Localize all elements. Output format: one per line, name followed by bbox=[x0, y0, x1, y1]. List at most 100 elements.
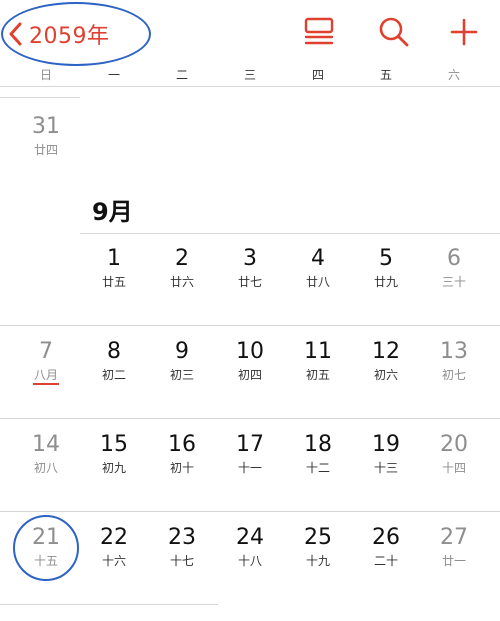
week-divider bbox=[0, 325, 500, 326]
lunar-date: 廿九 bbox=[373, 275, 398, 289]
lunar-date: 初二 bbox=[101, 368, 126, 382]
day-number: 18 bbox=[304, 432, 332, 457]
day-number: 27 bbox=[440, 525, 468, 550]
calendar-day[interactable]: 8 初二 bbox=[82, 339, 146, 383]
calendar-day[interactable]: 11 初五 bbox=[286, 339, 350, 383]
calendar-day[interactable]: 14 初八 bbox=[14, 432, 78, 476]
day-number: 6 bbox=[447, 246, 461, 271]
calendar-day[interactable]: 12 初六 bbox=[354, 339, 418, 383]
day-number: 14 bbox=[32, 432, 60, 457]
day-number: 15 bbox=[100, 432, 128, 457]
previous-month-divider bbox=[0, 97, 80, 98]
calendar-day[interactable]: 19 十三 bbox=[354, 432, 418, 476]
day-number: 11 bbox=[304, 339, 332, 364]
calendar-day[interactable]: 7 八月 bbox=[14, 339, 78, 383]
day-number: 1 bbox=[107, 246, 121, 271]
lunar-date: 初七 bbox=[441, 368, 466, 382]
lunar-date: 初四 bbox=[237, 368, 262, 382]
chevron-left-icon bbox=[8, 22, 22, 46]
weekday-thursday: 四 bbox=[311, 68, 324, 82]
add-event-button[interactable] bbox=[446, 14, 482, 50]
day-number: 3 bbox=[243, 246, 257, 271]
calendar-day[interactable]: 13 初七 bbox=[422, 339, 486, 383]
list-view-button[interactable] bbox=[302, 14, 338, 50]
calendar-day[interactable]: 26 二十 bbox=[354, 525, 418, 569]
lunar-date: 廿六 bbox=[169, 275, 194, 289]
day-number: 22 bbox=[100, 525, 128, 550]
day-number: 4 bbox=[311, 246, 325, 271]
week-divider bbox=[0, 511, 500, 512]
header-divider bbox=[0, 86, 500, 87]
lunar-date: 三十 bbox=[441, 275, 466, 289]
calendar-day[interactable]: 5 廿九 bbox=[354, 246, 418, 290]
calendar-day[interactable]: 2 廿六 bbox=[150, 246, 214, 290]
lunar-date: 初三 bbox=[169, 368, 194, 382]
day-number: 19 bbox=[372, 432, 400, 457]
lunar-date: 廿四 bbox=[33, 143, 58, 157]
day-number: 16 bbox=[168, 432, 196, 457]
calendar-day[interactable]: 24 十八 bbox=[218, 525, 282, 569]
lunar-date: 二十 bbox=[373, 554, 398, 568]
calendar-day[interactable]: 10 初四 bbox=[218, 339, 282, 383]
lunar-date: 十八 bbox=[237, 554, 262, 568]
add-icon bbox=[446, 14, 482, 50]
lunar-date: 十九 bbox=[305, 554, 330, 568]
calendar-day[interactable]: 4 廿八 bbox=[286, 246, 350, 290]
day-number: 21 bbox=[32, 525, 60, 550]
day-number: 12 bbox=[372, 339, 400, 364]
day-number: 26 bbox=[372, 525, 400, 550]
weekday-saturday: 六 bbox=[447, 68, 460, 82]
lunar-date: 初九 bbox=[101, 461, 126, 475]
calendar-day[interactable]: 3 廿七 bbox=[218, 246, 282, 290]
lunar-date: 十一 bbox=[237, 461, 262, 475]
calendar-day[interactable]: 9 初三 bbox=[150, 339, 214, 383]
calendar-day[interactable]: 20 十四 bbox=[422, 432, 486, 476]
back-to-year-button[interactable]: 2059年 bbox=[8, 16, 110, 52]
day-number: 5 bbox=[379, 246, 393, 271]
calendar-day[interactable]: 16 初十 bbox=[150, 432, 214, 476]
day-number: 20 bbox=[440, 432, 468, 457]
search-button[interactable] bbox=[376, 14, 412, 50]
lunar-date: 八月 bbox=[33, 368, 58, 382]
weekday-monday: 一 bbox=[107, 68, 120, 82]
lunar-date: 廿八 bbox=[305, 275, 330, 289]
lunar-date: 廿五 bbox=[101, 275, 126, 289]
lunar-date: 初十 bbox=[169, 461, 194, 475]
week-divider bbox=[0, 418, 500, 419]
calendar-day[interactable]: 1 廿五 bbox=[82, 246, 146, 290]
day-number: 31 bbox=[32, 114, 60, 139]
calendar-day[interactable]: 17 十一 bbox=[218, 432, 282, 476]
calendar-day-previous-month[interactable]: 31 廿四 bbox=[14, 114, 78, 158]
lunar-date: 十五 bbox=[33, 554, 58, 568]
year-label: 2059年 bbox=[29, 24, 110, 49]
weekday-header: 日 一 二 三 四 五 六 bbox=[0, 62, 500, 86]
lunar-date: 初八 bbox=[33, 461, 58, 475]
calendar-day[interactable]: 22 十六 bbox=[82, 525, 146, 569]
day-number: 24 bbox=[236, 525, 264, 550]
week-divider bbox=[0, 604, 218, 605]
calendar-day[interactable]: 6 三十 bbox=[422, 246, 486, 290]
day-number: 23 bbox=[168, 525, 196, 550]
search-icon bbox=[376, 14, 412, 50]
lunar-date: 十六 bbox=[101, 554, 126, 568]
weekday-tuesday: 二 bbox=[175, 68, 188, 82]
calendar-day[interactable]: 18 十二 bbox=[286, 432, 350, 476]
calendar-day[interactable]: 25 十九 bbox=[286, 525, 350, 569]
day-number: 17 bbox=[236, 432, 264, 457]
day-number: 25 bbox=[304, 525, 332, 550]
navigation-bar: 2059年 bbox=[0, 0, 500, 66]
list-icon bbox=[302, 14, 338, 50]
calendar-day[interactable]: 21 十五 bbox=[14, 525, 78, 569]
calendar-day[interactable]: 23 十七 bbox=[150, 525, 214, 569]
lunar-date: 廿一 bbox=[441, 554, 466, 568]
day-number: 2 bbox=[175, 246, 189, 271]
lunar-date: 廿七 bbox=[237, 275, 262, 289]
lunar-date: 十三 bbox=[373, 461, 398, 475]
lunar-date: 十四 bbox=[441, 461, 466, 475]
month-title: 9月 bbox=[92, 198, 133, 226]
lunar-month-start-underline bbox=[33, 383, 59, 385]
calendar-day[interactable]: 15 初九 bbox=[82, 432, 146, 476]
day-number: 13 bbox=[440, 339, 468, 364]
calendar-day[interactable]: 27 廿一 bbox=[422, 525, 486, 569]
week-divider bbox=[80, 233, 500, 234]
